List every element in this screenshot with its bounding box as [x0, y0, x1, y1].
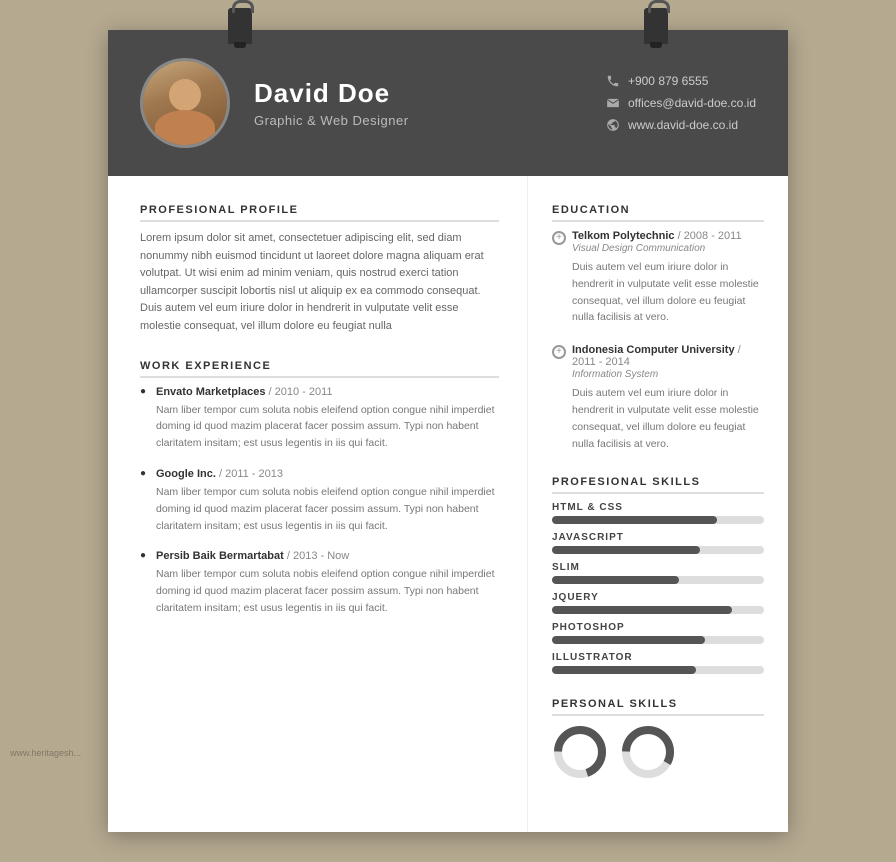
skill-bar-bg — [552, 516, 764, 524]
edu-field: Visual Design Communication — [572, 243, 764, 254]
email-text: offices@david-doe.co.id — [628, 96, 756, 110]
donut-chart-1 — [552, 724, 608, 780]
skill-bar-bg — [552, 636, 764, 644]
skill-label: JQUERY — [552, 592, 764, 603]
education-title: EDUCATION — [552, 204, 764, 222]
personal-skills-title: PERSONAL SKILLS — [552, 698, 764, 716]
skill-label: SLIM — [552, 562, 764, 573]
profile-text: Lorem ipsum dolor sit amet, consectetuer… — [140, 230, 499, 336]
work-item: Google Inc. / 2011 - 2013 Nam liber temp… — [140, 468, 499, 534]
work-desc: Nam liber tempor cum soluta nobis eleife… — [156, 566, 499, 616]
skill-label: JAVASCRIPT — [552, 532, 764, 543]
skill-item: HTML & CSS — [552, 502, 764, 524]
watermark: www.heritagesh... — [10, 748, 81, 758]
skill-label: HTML & CSS — [552, 502, 764, 513]
education-section: EDUCATION Telkom Polytechnic / 2008 - 20… — [552, 204, 764, 452]
phone-text: +900 879 6555 — [628, 74, 708, 88]
work-year: / 2013 - Now — [287, 550, 349, 562]
website-text: www.david-doe.co.id — [628, 118, 738, 132]
edu-item: Telkom Polytechnic / 2008 - 2011 Visual … — [552, 230, 764, 326]
skill-bar-bg — [552, 666, 764, 674]
work-company: Envato Marketplaces / 2010 - 2011 — [156, 386, 499, 398]
skill-item: JAVASCRIPT — [552, 532, 764, 554]
candidate-name: David Doe — [254, 78, 582, 109]
resume-body: PROFESIONAL PROFILE Lorem ipsum dolor si… — [108, 176, 788, 832]
resume-page: David Doe Graphic & Web Designer +900 87… — [108, 30, 788, 832]
skills-section: PROFESIONAL SKILLS HTML & CSS JAVASCRIPT — [552, 476, 764, 674]
edu-item: Indonesia Computer University / 2011 - 2… — [552, 344, 764, 452]
skill-bar-fill — [552, 636, 705, 644]
header-name-block: David Doe Graphic & Web Designer — [254, 78, 582, 128]
header-contact: +900 879 6555 offices@david-doe.co.id ww… — [606, 74, 756, 132]
clip-right — [644, 8, 668, 44]
avatar-image — [143, 61, 227, 145]
profile-section: PROFESIONAL PROFILE Lorem ipsum dolor si… — [140, 204, 499, 336]
work-year: / 2010 - 2011 — [269, 386, 333, 398]
work-desc: Nam liber tempor cum soluta nobis eleife… — [156, 402, 499, 452]
contact-phone: +900 879 6555 — [606, 74, 756, 88]
edu-school: Telkom Polytechnic / 2008 - 2011 — [572, 230, 764, 242]
profile-title: PROFESIONAL PROFILE — [140, 204, 499, 222]
edu-desc: Duis autem vel eum iriure dolor in hendr… — [572, 259, 764, 326]
email-icon — [606, 96, 620, 110]
work-experience-section: WORK EXPERIENCE Envato Marketplaces / 20… — [140, 360, 499, 617]
edu-desc: Duis autem vel eum iriure dolor in hendr… — [572, 385, 764, 452]
skill-bar-bg — [552, 576, 764, 584]
work-item: Persib Baik Bermartabat / 2013 - Now Nam… — [140, 550, 499, 616]
personal-skills-list — [552, 724, 764, 780]
skill-item: JQUERY — [552, 592, 764, 614]
resume-document: David Doe Graphic & Web Designer +900 87… — [108, 30, 788, 832]
work-desc: Nam liber tempor cum soluta nobis eleife… — [156, 484, 499, 534]
skill-bar-fill — [552, 546, 700, 554]
skill-label: PHOTOSHOP — [552, 622, 764, 633]
clip-left — [228, 8, 252, 44]
website-icon — [606, 118, 620, 132]
skills-title: PROFESIONAL SKILLS — [552, 476, 764, 494]
work-company: Persib Baik Bermartabat / 2013 - Now — [156, 550, 499, 562]
personal-skill-item — [552, 724, 608, 780]
contact-website: www.david-doe.co.id — [606, 118, 756, 132]
edu-icon — [552, 345, 566, 359]
skill-bar-bg — [552, 606, 764, 614]
avatar — [140, 58, 230, 148]
work-item: Envato Marketplaces / 2010 - 2011 Nam li… — [140, 386, 499, 452]
phone-icon — [606, 74, 620, 88]
candidate-title: Graphic & Web Designer — [254, 113, 582, 128]
donut-chart-2 — [620, 724, 676, 780]
work-company: Google Inc. / 2011 - 2013 — [156, 468, 499, 480]
edu-field: Information System — [572, 369, 764, 380]
contact-email: offices@david-doe.co.id — [606, 96, 756, 110]
skill-item: PHOTOSHOP — [552, 622, 764, 644]
edu-school: Indonesia Computer University / 2011 - 2… — [572, 344, 764, 368]
left-column: PROFESIONAL PROFILE Lorem ipsum dolor si… — [108, 176, 528, 832]
personal-skills-section: PERSONAL SKILLS — [552, 698, 764, 780]
skill-item: SLIM — [552, 562, 764, 584]
right-column: EDUCATION Telkom Polytechnic / 2008 - 20… — [528, 176, 788, 832]
personal-skill-item — [620, 724, 676, 780]
skill-bar-fill — [552, 576, 679, 584]
skill-bar-fill — [552, 666, 696, 674]
skill-bar-bg — [552, 546, 764, 554]
resume-header: David Doe Graphic & Web Designer +900 87… — [108, 30, 788, 176]
work-year: / 2011 - 2013 — [219, 468, 283, 480]
edu-icon — [552, 231, 566, 245]
work-title: WORK EXPERIENCE — [140, 360, 499, 378]
skill-label: ILLUSTRATOR — [552, 652, 764, 663]
skill-bar-fill — [552, 516, 717, 524]
skill-bar-fill — [552, 606, 732, 614]
skill-item: ILLUSTRATOR — [552, 652, 764, 674]
